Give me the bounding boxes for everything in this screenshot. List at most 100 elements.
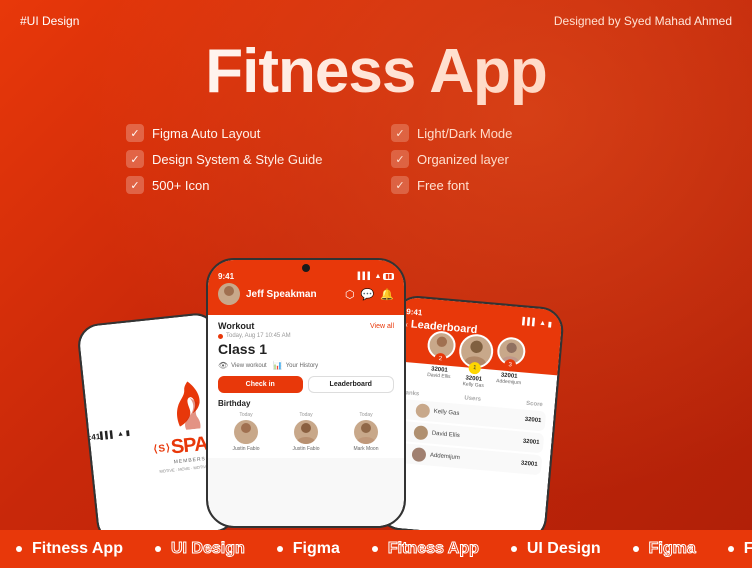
ticker-dot-6 [633, 546, 639, 552]
birthday-avatar-1 [234, 420, 258, 444]
features-grid: ✓ Figma Auto Layout ✓ Light/Dark Mode ✓ … [126, 124, 626, 194]
page-title: Fitness App [0, 38, 752, 106]
leaderboard-button[interactable]: Leaderboard [308, 376, 395, 393]
battery-icon: ▮ [125, 429, 130, 437]
view-all-link[interactable]: View all [370, 323, 394, 330]
history-action[interactable]: 📊 Your History [273, 361, 318, 370]
birthday-cards: Today Justin Fabio Today Justin Fabio [218, 412, 394, 452]
row3-score: 32001 [521, 461, 538, 468]
check-icon-1: ✓ [126, 124, 144, 142]
ticker-ui-2: UI Design [495, 540, 617, 558]
user-info: Jeff Speakman [218, 283, 317, 305]
ticker-dot-1 [16, 546, 22, 552]
row1-name: Kelly Gas [433, 409, 521, 423]
s-icon: ⟨S⟩ [153, 442, 172, 455]
wifi-r: ▲ [539, 320, 547, 328]
row3-avatar [411, 447, 426, 462]
birthday-name-1: Justin Fabio [218, 446, 274, 452]
date-indicator [218, 334, 223, 339]
birthday-card-2: Today Justin Fabio [278, 412, 334, 452]
ticker-dot-4 [372, 546, 378, 552]
ticker-fitness-1: Fitness App [0, 540, 139, 558]
feature-label-2: Light/Dark Mode [417, 126, 512, 141]
ticker-text-4: Fitness App [388, 540, 479, 558]
header-action-icons: ⬡ 💬 🔔 [345, 288, 394, 301]
workout-actions-row: 👁 View workout 📊 Your History [218, 361, 394, 370]
share-icon[interactable]: ⬡ [345, 288, 355, 301]
feature-6: ✓ Free font [391, 176, 626, 194]
battery-icon-c: ▮▮ [383, 273, 394, 280]
birthday-tag-3: Today [338, 412, 394, 418]
rank1-wrap: 1 32001 Kelly Gas [456, 333, 495, 390]
eye-icon: 👁 [218, 361, 228, 370]
user-avatar [218, 283, 240, 305]
birthday-name-2: Justin Fabio [278, 446, 334, 452]
workout-class-name: Class 1 [218, 341, 394, 357]
check-icon-2: ✓ [391, 124, 409, 142]
feature-label-4: Organized layer [417, 152, 509, 167]
birthday-tag-2: Today [278, 412, 334, 418]
rank3-wrap: 3 32001 Addemijum [494, 336, 527, 392]
feature-label-6: Free font [417, 178, 469, 193]
rank2-badge: 2 [434, 353, 447, 366]
checkin-button[interactable]: Check in [218, 376, 303, 393]
time-right: 9:41 [406, 307, 423, 317]
birthday-avatar-3 [354, 420, 378, 444]
ticker-figma-1: Figma [261, 540, 356, 558]
history-label: Your History [286, 363, 318, 369]
bottom-ticker: Fitness App UI Design Figma Fitness App … [0, 530, 752, 568]
row2-avatar [413, 425, 428, 440]
ticker-figma-2: Figma [617, 540, 712, 558]
action-buttons: Check in Leaderboard [218, 376, 394, 393]
feature-4: ✓ Organized layer [391, 150, 626, 168]
user-name: Jeff Speakman [246, 289, 317, 300]
leaderboard-header: 9:41 ▌▌▌ ▲ ▮ ‹ Leaderboard [392, 296, 563, 375]
signal-icons-center: ▌▌▌ ▲ ▮▮ [358, 272, 394, 281]
wifi-icon: ▲ [117, 430, 125, 438]
phone-center-screen: 9:41 ▌▌▌ ▲ ▮▮ Jeff Speakman [208, 260, 404, 526]
ticker-text-3: Figma [293, 540, 340, 558]
ticker-text-7: Fitness App [744, 540, 752, 558]
time-left: 9:41 [84, 431, 101, 442]
workout-section-title: Workout [218, 321, 254, 331]
bell-icon[interactable]: 🔔 [380, 288, 394, 301]
col-users: Users [464, 395, 481, 402]
feature-label-1: Figma Auto Layout [152, 126, 260, 141]
feature-1: ✓ Figma Auto Layout [126, 124, 361, 142]
birthday-card-3: Today Mark Moon [338, 412, 394, 452]
signal-icons-left: ▌▌▌ ▲ ▮ [100, 428, 130, 440]
app-content: Workout View all Today, Aug 17 10:45 AM … [208, 315, 404, 458]
check-icon-6: ✓ [391, 176, 409, 194]
row2-score: 32001 [523, 439, 540, 446]
workout-section-header: Workout View all [218, 321, 394, 331]
view-workout-label: View workout [231, 363, 267, 369]
ticker-dot-3 [277, 546, 283, 552]
signal-icon: ▌▌▌ [100, 431, 116, 440]
view-workout-action[interactable]: 👁 View workout [218, 361, 267, 370]
ticker-text-6: Figma [649, 540, 696, 558]
ticker-dot-5 [511, 546, 517, 552]
birthday-title: Birthday [218, 399, 394, 408]
rank3-name: Addemijum [496, 378, 521, 386]
phone-center-notch [302, 264, 310, 272]
signal-icon-c: ▌▌▌ [358, 273, 373, 280]
ticker-scroll: Fitness App UI Design Figma Fitness App … [0, 540, 752, 558]
ticker-text-2: UI Design [171, 540, 245, 558]
chart-icon: 📊 [273, 361, 283, 370]
status-bar-left: 9:41 ▌▌▌ ▲ ▮ [78, 421, 142, 445]
ui-tag: #UI Design [20, 14, 79, 28]
message-icon[interactable]: 💬 [361, 288, 375, 301]
feature-3: ✓ Design System & Style Guide [126, 150, 361, 168]
signal-r: ▌▌▌ [522, 318, 537, 326]
profile-row: Jeff Speakman ⬡ 💬 🔔 [218, 283, 394, 305]
rank2-wrap: 2 32001 David Ellis [424, 330, 457, 386]
row2-name: David Ellis [432, 431, 520, 445]
check-icon-4: ✓ [391, 150, 409, 168]
feature-label-5: 500+ Icon [152, 178, 209, 193]
feature-5: ✓ 500+ Icon [126, 176, 361, 194]
rank2-name: David Ellis [427, 372, 451, 380]
wifi-icon-c: ▲ [374, 273, 381, 280]
workout-date: Today, Aug 17 10:45 AM [218, 333, 394, 339]
feature-label-3: Design System & Style Guide [152, 152, 323, 167]
row3-name: Addemijum [430, 453, 518, 467]
